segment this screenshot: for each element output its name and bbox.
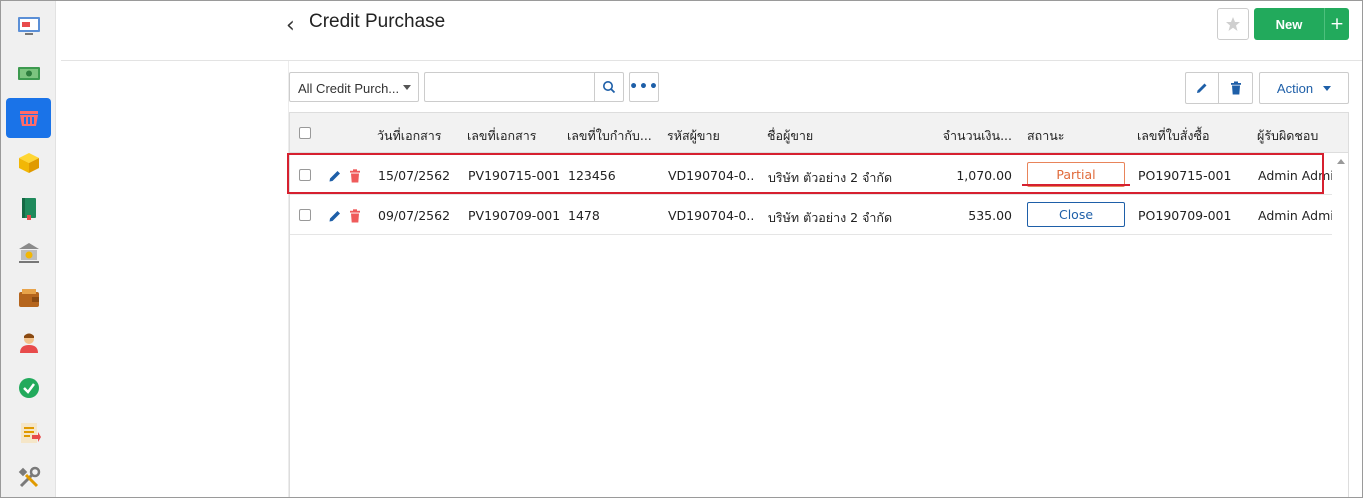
contacts-person-icon [19, 333, 38, 353]
favorite-button[interactable] [1217, 8, 1249, 40]
sales-money-icon [17, 67, 40, 80]
edit-icon[interactable] [328, 169, 342, 183]
column-header[interactable]: วันที่เอกสาร [377, 126, 462, 146]
chevron-down-icon [403, 85, 411, 90]
sidebar-item-dashboard[interactable] [6, 5, 51, 45]
sidebar-item-sales[interactable] [6, 53, 51, 93]
tax-invoice-number: 1478 [568, 208, 600, 223]
vendor-code: VD190704-0... [668, 168, 753, 183]
bulk-delete-button[interactable] [1219, 72, 1253, 104]
delete-icon[interactable] [349, 209, 361, 223]
left-panel [61, 1, 289, 497]
sidebar-item-bank[interactable] [6, 233, 51, 273]
vendor-name: บริษัท ตัวอย่าง 2 จำกัด [768, 210, 893, 225]
table-row[interactable]: 15/07/2562 PV190715-001 123456 VD190704-… [290, 155, 1332, 195]
bulk-edit-button[interactable] [1185, 72, 1219, 104]
amount: 1,070.00 [956, 168, 1012, 183]
purchase-basket-icon [19, 111, 38, 126]
column-header[interactable]: จำนวนเงิน... [940, 126, 1012, 146]
po-number: PO190715-001 [1138, 168, 1232, 183]
doc-date: 15/07/2562 [378, 168, 451, 183]
sidebar-item-purchase[interactable] [6, 98, 51, 138]
owner: Admin Admin [1258, 168, 1332, 183]
settings-tools-icon [18, 466, 40, 488]
owner: Admin Admin [1258, 208, 1332, 223]
column-header[interactable]: รหัสผู้ขาย [667, 126, 752, 146]
report-icon [20, 423, 41, 443]
vendor-code: VD190704-0... [668, 208, 753, 223]
new-dropdown-button[interactable]: + [1324, 8, 1349, 40]
back-button[interactable]: ‹ [286, 13, 295, 38]
dashboard-icon [17, 17, 40, 35]
row-checkbox[interactable] [299, 169, 311, 181]
column-header[interactable]: ผู้รับผิดชอบ [1257, 126, 1332, 146]
filter-select[interactable]: All Credit Purch... [289, 72, 419, 102]
table-row[interactable]: 09/07/2562 PV190709-001 1478 VD190704-0.… [290, 195, 1332, 235]
scroll-up-arrow-icon[interactable] [1337, 159, 1345, 164]
more-options-button[interactable]: ••• [629, 72, 659, 102]
action-label: Action [1276, 80, 1314, 96]
select-all-checkbox[interactable] [299, 127, 311, 139]
bank-icon [18, 243, 39, 263]
po-number: PO190709-001 [1138, 208, 1232, 223]
vendor-name: บริษัท ตัวอย่าง 2 จำกัด [768, 170, 893, 185]
sidebar-item-inventory[interactable] [6, 143, 51, 183]
approve-check-icon [18, 378, 39, 398]
sidebar-item-wallet[interactable] [6, 278, 51, 318]
search-input[interactable] [424, 72, 595, 102]
column-header[interactable]: เลขที่เอกสาร [467, 126, 559, 146]
column-header[interactable]: เลขที่ใบสั่งซื้อ [1137, 126, 1237, 146]
doc-date: 09/07/2562 [378, 208, 451, 223]
tax-invoice-number: 123456 [568, 168, 616, 183]
doc-number[interactable]: PV190709-001 [468, 208, 560, 223]
new-button[interactable]: New [1254, 8, 1324, 40]
trash-icon [1230, 81, 1241, 95]
action-button[interactable]: Action [1259, 72, 1349, 104]
status-badge[interactable]: Close [1027, 202, 1125, 227]
inventory-box-icon [18, 153, 39, 173]
vertical-scrollbar[interactable] [1332, 153, 1348, 497]
ledger-book-icon [21, 198, 36, 220]
pencil-icon [1197, 83, 1207, 93]
delete-icon[interactable] [349, 169, 361, 183]
sidebar-item-report[interactable] [6, 413, 51, 453]
star-icon [1226, 17, 1240, 31]
doc-number[interactable]: PV190715-001 [468, 168, 560, 183]
amount: 535.00 [968, 208, 1012, 223]
app-window: ‹ Credit Purchase New + All Credit Purch… [0, 0, 1363, 498]
highlight-underline [1022, 184, 1130, 186]
data-table: วันที่เอกสาร เลขที่เอกสาร เลขที่ใบกำกับ.… [289, 112, 1349, 497]
sidebar-item-ledger[interactable] [6, 188, 51, 228]
search-button[interactable] [594, 72, 624, 102]
sidebar-item-approve[interactable] [6, 368, 51, 408]
edit-icon[interactable] [328, 209, 342, 223]
sidebar-item-settings[interactable] [6, 458, 51, 497]
sidebar-item-contacts[interactable] [6, 323, 51, 363]
table-header: วันที่เอกสาร เลขที่เอกสาร เลขที่ใบกำกับ.… [290, 113, 1348, 153]
page-title: Credit Purchase [309, 11, 446, 32]
column-header[interactable]: สถานะ [1027, 126, 1107, 146]
row-checkbox[interactable] [299, 209, 311, 221]
column-header[interactable]: เลขที่ใบกำกับ... [567, 126, 655, 146]
wallet-icon [18, 289, 39, 307]
search-icon [603, 81, 616, 94]
sidebar [1, 1, 56, 497]
top-bar: ‹ Credit Purchase New + [61, 1, 1362, 61]
chevron-down-icon [1323, 85, 1332, 91]
column-header[interactable]: ชื่อผู้ขาย [767, 126, 887, 146]
